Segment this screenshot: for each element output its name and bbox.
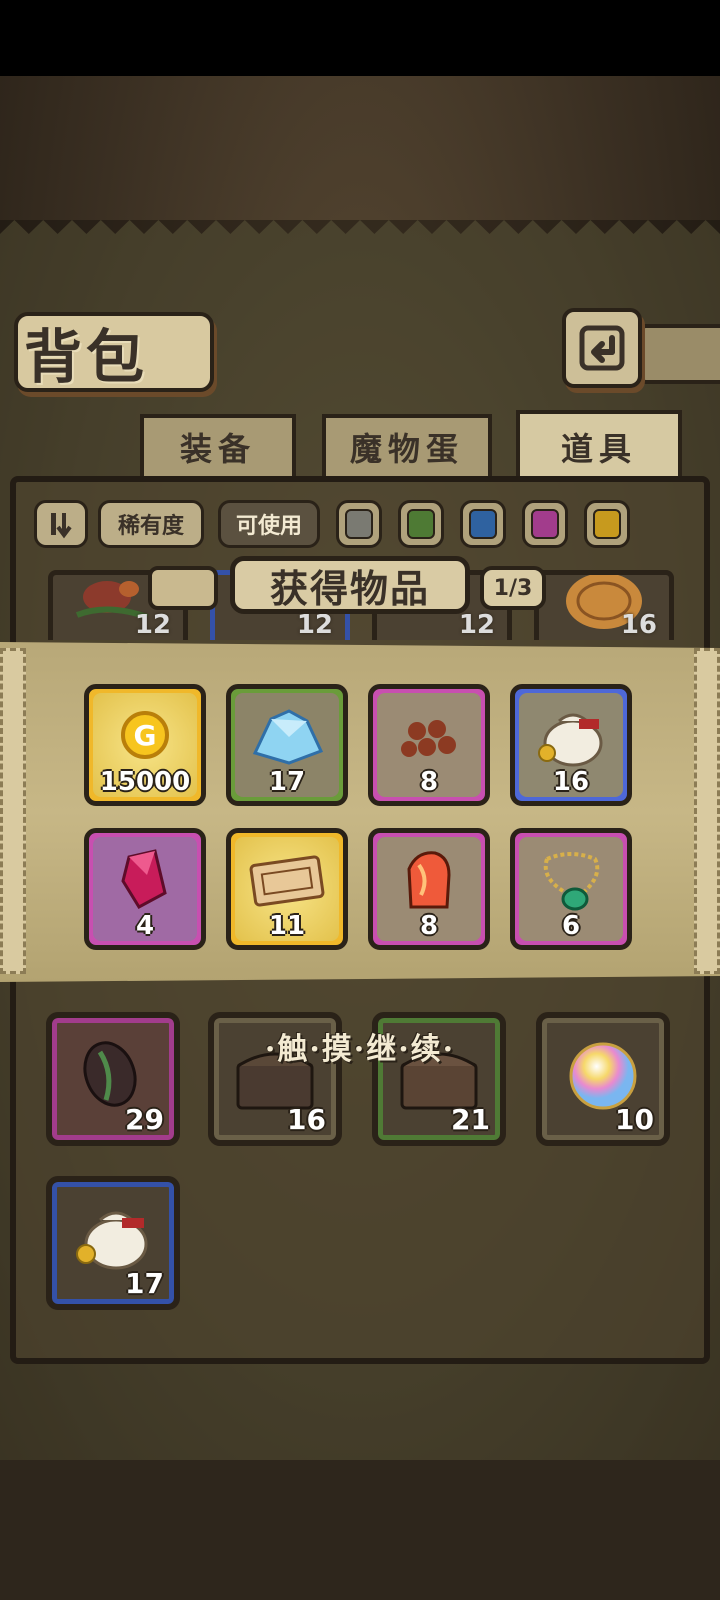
- sort-order-button[interactable]: [34, 500, 88, 548]
- popup-title: 获得物品: [230, 556, 470, 614]
- ticket-icon: [249, 855, 325, 907]
- rarity-filter-button[interactable]: 稀有度: [98, 500, 204, 548]
- blue-crystal-icon: [252, 709, 324, 765]
- coin-sack-icon: [76, 1211, 148, 1270]
- reward-item: 8: [368, 684, 490, 806]
- reward-item: 4: [84, 828, 206, 950]
- reward-item: 11: [226, 828, 348, 950]
- reward-item: 16: [510, 684, 632, 806]
- reward-count: 17: [268, 767, 306, 797]
- backpack-item[interactable]: 29: [46, 1012, 180, 1146]
- backpack-item-peek: 16: [534, 570, 674, 640]
- band-edge-left: [0, 648, 26, 974]
- item-count: 16: [287, 1103, 326, 1136]
- brown-seeds-icon: [401, 720, 456, 757]
- fire-crystal-icon: [407, 851, 451, 909]
- tab-monster-egg[interactable]: 魔物蛋: [322, 414, 492, 476]
- popup-header-ornament: [148, 566, 218, 610]
- item-count: 10: [615, 1103, 654, 1136]
- sort-order-icon: [51, 513, 72, 539]
- reward-item: 17: [226, 684, 348, 806]
- reward-item: 6: [510, 828, 632, 950]
- item-count: 16: [620, 610, 657, 640]
- reward-count: 4: [135, 911, 155, 941]
- item-count: 12: [134, 610, 171, 640]
- background-bottom: [0, 1460, 720, 1600]
- status-bar-area: [0, 0, 720, 76]
- rainbow-orb-icon: [569, 1042, 637, 1110]
- reward-item: 8: [368, 828, 490, 950]
- magenta-gem-icon: [121, 849, 167, 909]
- svg-text:G: G: [134, 719, 157, 752]
- gold-coin-icon: G: [121, 711, 169, 759]
- item-count: 29: [125, 1103, 164, 1136]
- popup-page-indicator: 1/3: [480, 566, 546, 610]
- color-filter-purple[interactable]: [522, 500, 568, 548]
- color-filter-gold[interactable]: [584, 500, 630, 548]
- reward-count: 11: [268, 911, 306, 941]
- reward-count: 8: [419, 911, 439, 941]
- jade-necklace-icon: [543, 852, 600, 911]
- back-arrow-icon: [579, 325, 625, 371]
- back-button-tail: [638, 324, 720, 384]
- backpack-item[interactable]: 17: [46, 1176, 180, 1310]
- tab-items[interactable]: 道具: [516, 410, 682, 480]
- reward-count: 6: [561, 911, 581, 941]
- item-count: 21: [451, 1103, 490, 1136]
- reward-count: 8: [419, 767, 439, 797]
- color-filter-green[interactable]: [398, 500, 444, 548]
- reward-count: 15000: [99, 767, 191, 797]
- touch-to-continue-text: ·触·摸·继·续·: [264, 1032, 456, 1067]
- coin-sack-icon: [538, 713, 603, 767]
- color-filter-gray[interactable]: [336, 500, 382, 548]
- back-button[interactable]: [562, 308, 642, 388]
- reward-item: G 15000: [84, 684, 206, 806]
- backpack-item[interactable]: 10: [536, 1012, 670, 1146]
- tab-equipment[interactable]: 装备: [140, 414, 296, 476]
- page-title: 背包: [24, 323, 149, 391]
- usable-filter-button[interactable]: 可使用: [218, 500, 320, 548]
- reward-count: 16: [552, 767, 590, 797]
- item-count: 12: [458, 610, 495, 640]
- item-count: 12: [296, 610, 333, 640]
- dark-seed-icon: [83, 1041, 137, 1107]
- band-edge-right: [694, 648, 720, 974]
- color-filter-blue[interactable]: [460, 500, 506, 548]
- item-count: 17: [125, 1267, 164, 1300]
